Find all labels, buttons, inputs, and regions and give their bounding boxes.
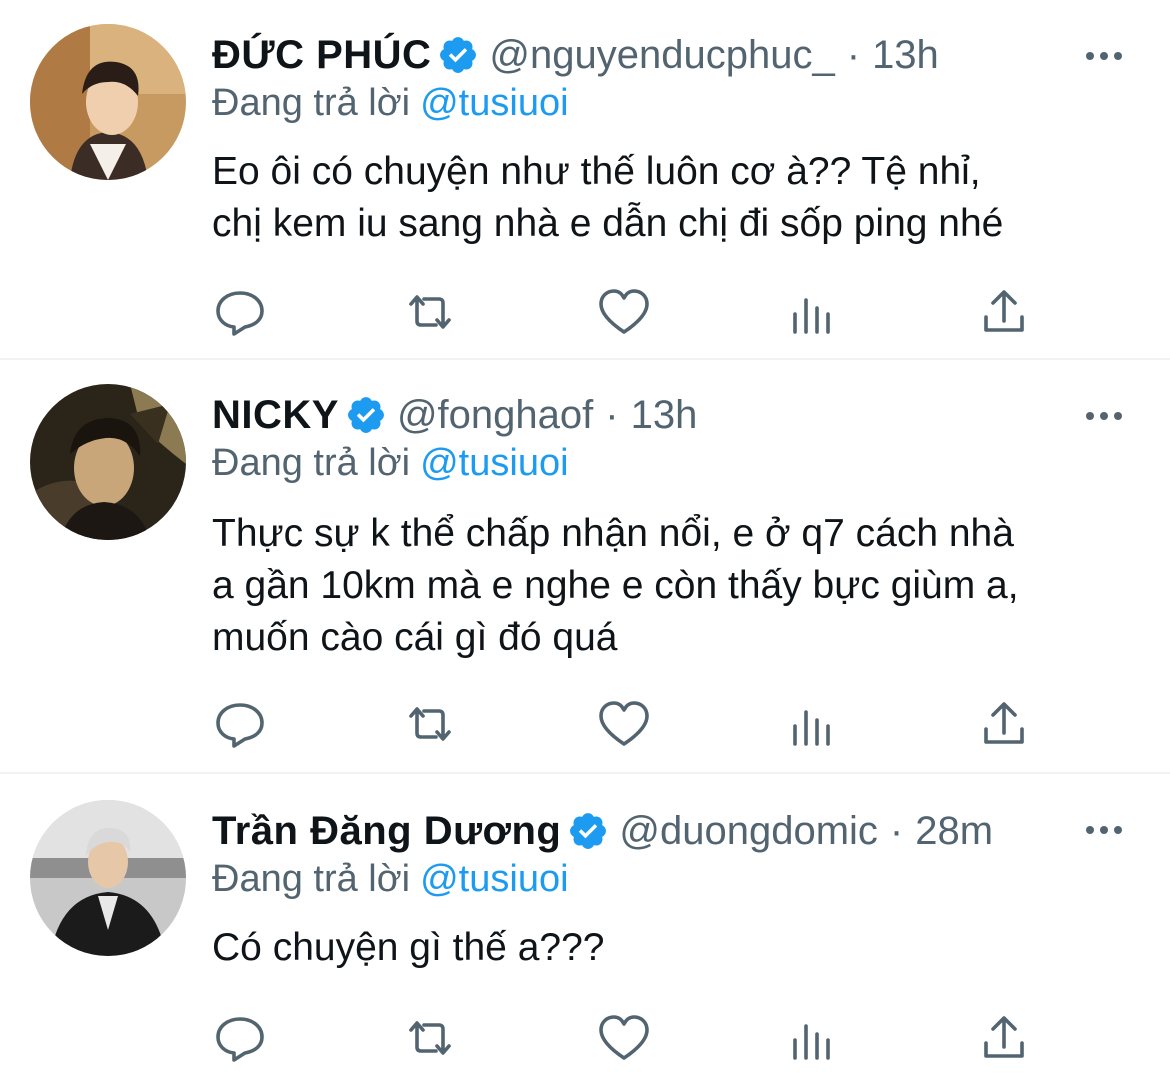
tweet-actions — [212, 284, 1042, 340]
tweet-actions — [212, 696, 1042, 752]
replying-to-mention[interactable]: @tusiuoi — [420, 858, 568, 900]
separator-dot: · — [605, 392, 619, 437]
more-options-icon[interactable] — [1082, 396, 1126, 436]
heart-icon[interactable] — [596, 284, 652, 340]
tweet-text-line: Có chuyện gì thế a??? — [212, 926, 605, 969]
tweet-text: Eo ôi có chuyện như thế luôn cơ à?? Tệ n… — [212, 146, 1142, 250]
timestamp[interactable]: 28m — [915, 809, 993, 854]
separator-dot: · — [846, 32, 861, 77]
share-icon[interactable] — [976, 696, 1032, 752]
timestamp[interactable]: 13h — [631, 393, 698, 438]
separator-dot: · — [889, 808, 904, 853]
avatar-photo — [30, 24, 186, 180]
replying-to-mention[interactable]: @tusiuoi — [420, 442, 568, 484]
display-name[interactable]: ĐỨC PHÚC — [212, 33, 431, 78]
user-handle[interactable]: @nguyenducphuc_ — [489, 33, 834, 78]
tweet-header: Trần Đăng Dương @duongdomic · 28m — [212, 806, 993, 856]
replying-to-label: Đang trả lời — [212, 82, 411, 124]
share-icon[interactable] — [976, 284, 1032, 340]
heart-icon[interactable] — [596, 1010, 652, 1066]
avatar-photo — [30, 800, 186, 956]
verified-badge-icon — [437, 34, 479, 76]
heart-icon[interactable] — [596, 696, 652, 752]
replying-to-label: Đang trả lời — [212, 442, 411, 484]
user-handle[interactable]: @fonghaof — [397, 393, 593, 438]
replying-to: Đang trả lời @tusiuoi — [212, 442, 569, 485]
avatar[interactable] — [30, 24, 186, 180]
retweet-icon[interactable] — [402, 696, 458, 752]
tweet-text: Thực sự k thể chấp nhận nổi, e ở q7 cách… — [212, 508, 1142, 664]
verified-badge-icon — [567, 810, 609, 852]
avatar[interactable] — [30, 800, 186, 956]
retweet-icon[interactable] — [402, 1010, 458, 1066]
tweet[interactable]: NICKY @fonghaof · 13h Đang trả lời @tusiu… — [0, 360, 1170, 772]
replying-to-mention[interactable]: @tusiuoi — [420, 82, 568, 124]
replying-to: Đang trả lời @tusiuoi — [212, 82, 569, 125]
tweet[interactable]: Trần Đăng Dương @duongdomic · 28m Đang t… — [0, 774, 1170, 1075]
tweet-text-line: chị kem iu sang nhà e dẫn chị đi sốp pin… — [212, 202, 1004, 245]
reply-icon[interactable] — [212, 1010, 268, 1066]
tweet-text-line: muốn cào cái gì đó quá — [212, 616, 618, 659]
analytics-icon[interactable] — [784, 284, 840, 340]
analytics-icon[interactable] — [784, 1010, 840, 1066]
tweet-text-line: Thực sự k thể chấp nhận nổi, e ở q7 cách… — [212, 512, 1014, 555]
tweet-header: ĐỨC PHÚC @nguyenducphuc_ · 13h — [212, 30, 939, 80]
avatar-photo — [30, 384, 186, 540]
replying-to: Đang trả lời @tusiuoi — [212, 858, 569, 901]
more-options-icon[interactable] — [1082, 36, 1126, 76]
reply-icon[interactable] — [212, 696, 268, 752]
avatar[interactable] — [30, 384, 186, 540]
verified-badge-icon — [345, 394, 387, 436]
user-handle[interactable]: @duongdomic — [619, 809, 878, 854]
tweet[interactable]: ĐỨC PHÚC @nguyenducphuc_ · 13h Đang trả … — [0, 0, 1170, 358]
share-icon[interactable] — [976, 1010, 1032, 1066]
tweet-text: Có chuyện gì thế a??? — [212, 922, 1142, 974]
tweet-header: NICKY @fonghaof · 13h — [212, 390, 697, 440]
display-name[interactable]: NICKY — [212, 393, 339, 438]
analytics-icon[interactable] — [784, 696, 840, 752]
display-name[interactable]: Trần Đăng Dương — [212, 809, 561, 854]
more-options-icon[interactable] — [1082, 810, 1126, 850]
reply-icon[interactable] — [212, 284, 268, 340]
tweet-text-line: Eo ôi có chuyện như thế luôn cơ à?? Tệ n… — [212, 150, 981, 193]
retweet-icon[interactable] — [402, 284, 458, 340]
tweet-actions — [212, 1010, 1042, 1066]
replying-to-label: Đang trả lời — [212, 858, 411, 900]
tweet-text-line: a gần 10km mà e nghe e còn thấy bực giùm… — [212, 564, 1019, 607]
timestamp[interactable]: 13h — [872, 33, 939, 78]
